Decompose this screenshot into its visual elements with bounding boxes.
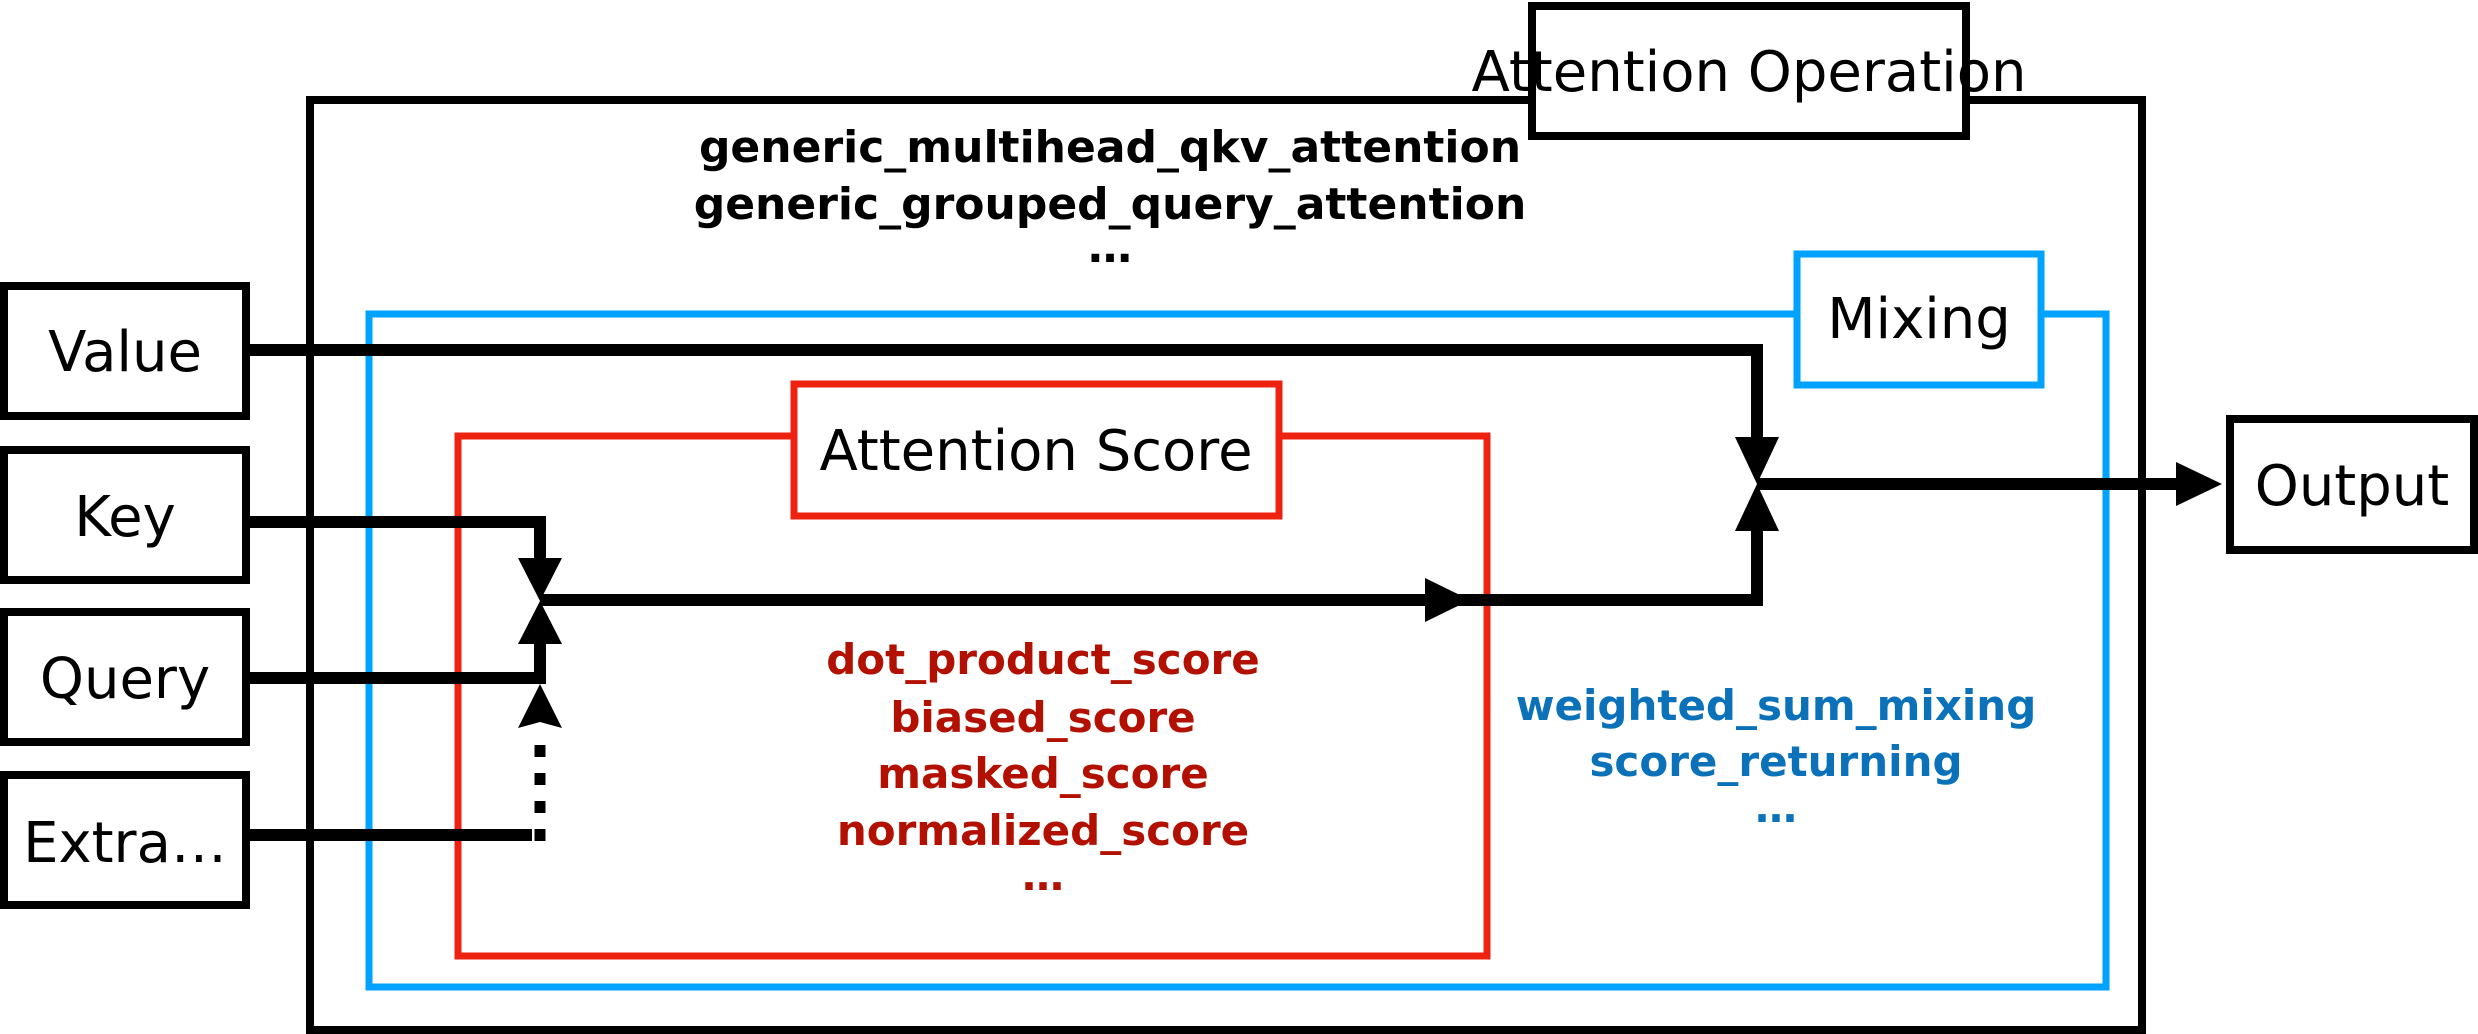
score-examples: dot_product_score biased_score masked_sc… [826, 635, 1260, 900]
svg-text:Value: Value [48, 320, 202, 385]
arrowhead-up-icon [1735, 484, 1779, 531]
input-value: Value [0, 282, 250, 420]
score-example: masked_score [877, 749, 1208, 798]
operation-example: … [1088, 222, 1132, 273]
svg-text:Extra…: Extra… [23, 811, 227, 876]
input-key: Key [0, 446, 250, 584]
query-edge [248, 601, 562, 684]
svg-text:Query: Query [40, 647, 210, 712]
mixing-example: weighted_sum_mixing [1516, 681, 2037, 730]
score-example: dot_product_score [826, 635, 1260, 684]
operation-examples: generic_multihead_qkv_attention generic_… [694, 122, 1527, 273]
svg-text:Mixing: Mixing [1827, 287, 2011, 352]
mixing-example: score_returning [1589, 737, 1962, 786]
mixing-examples: weighted_sum_mixing score_returning … [1516, 681, 2037, 832]
input-query: Query [0, 608, 250, 746]
arrowhead-right-icon [1425, 578, 1470, 622]
score-example: … [1022, 851, 1064, 900]
mixing-example: … [1755, 783, 1797, 832]
extra-edge [248, 684, 562, 841]
key-edge [248, 516, 562, 601]
score-example: biased_score [890, 693, 1195, 742]
svg-text:Attention Score: Attention Score [819, 419, 1252, 484]
svg-text:Key: Key [74, 485, 176, 550]
svg-text:Attention Operation: Attention Operation [1472, 40, 2027, 105]
arrowhead-up-icon [518, 601, 562, 644]
output-edge [1757, 462, 2222, 506]
operation-example: generic_multihead_qkv_attention [699, 122, 1521, 173]
attention-score-label: Attention Score [790, 380, 1283, 520]
input-extra: Extra… [0, 771, 250, 909]
arrowhead-down-icon [1735, 437, 1779, 484]
arrowhead-right-icon [2176, 462, 2222, 506]
mixing-label: Mixing [1793, 250, 2045, 389]
arrowhead-up-icon [518, 684, 562, 728]
attention-diagram: Attention Operation generic_multihead_qk… [0, 2, 2478, 1034]
output-node: Output [2226, 415, 2478, 554]
score-example: normalized_score [837, 806, 1249, 855]
svg-text:Output: Output [2255, 454, 2450, 519]
attention-operation-label: Attention Operation [1472, 2, 2027, 140]
attention-operation-box [306, 96, 2146, 1034]
